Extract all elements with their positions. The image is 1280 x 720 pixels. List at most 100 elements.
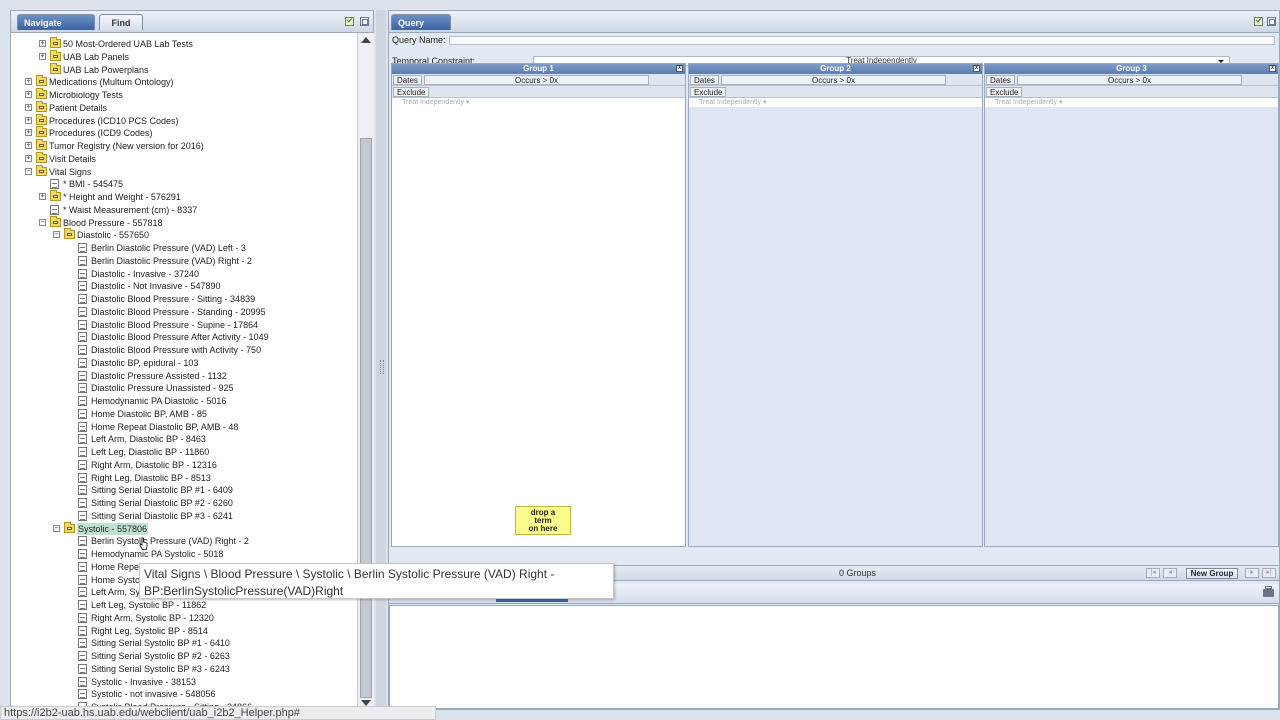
document-icon xyxy=(78,485,87,496)
tree-item-label: Vital Signs xyxy=(49,166,92,177)
expand-icon[interactable]: + xyxy=(25,129,32,137)
scroll-up-arrow-icon[interactable] xyxy=(361,37,371,43)
treat-independently-select[interactable]: Treat Independently ▾ xyxy=(392,98,685,107)
occurs-button[interactable]: Occurs > 0x xyxy=(721,75,946,85)
next-page-icon[interactable]: ▸ xyxy=(1245,568,1259,578)
previous-page-icon[interactable]: ◂ xyxy=(1163,568,1177,578)
collapse-icon[interactable]: − xyxy=(39,218,46,226)
left-tabbar: Navigate Terms Find xyxy=(11,11,373,44)
collapse-icon[interactable]: − xyxy=(53,231,60,239)
occurs-button[interactable]: Occurs > 0x xyxy=(424,75,649,85)
occurs-button[interactable]: Occurs > 0x xyxy=(1017,75,1242,85)
browser-status-bar: https://i2b2-uab.hs.uab.edu/webclient/ua… xyxy=(0,706,436,720)
document-icon xyxy=(78,651,87,661)
group-dates-row: Dates Occurs > 0x xyxy=(689,74,982,86)
query-group-3[interactable]: Group 3 x Dates Occurs > 0x Exclude Trea… xyxy=(984,63,1279,547)
expand-icon[interactable]: + xyxy=(39,193,46,200)
group-drop-area[interactable] xyxy=(392,107,685,546)
printer-icon[interactable] xyxy=(1263,586,1274,597)
tree-scrollbar[interactable] xyxy=(357,33,374,710)
tab-navigate-terms[interactable]: Navigate Terms xyxy=(17,14,95,44)
tab-query-tool[interactable]: Query Tool xyxy=(391,14,451,44)
treat-independently-select[interactable]: Treat Independently ▾ xyxy=(985,98,1278,107)
checkmark-icon[interactable] xyxy=(1254,17,1263,26)
folder-icon xyxy=(36,113,47,125)
close-icon[interactable]: x xyxy=(973,65,980,72)
tab-find[interactable]: Find xyxy=(99,14,143,30)
tree-item-label: Sitting Serial Systolic BP #2 - 6263 xyxy=(91,651,230,661)
expand-icon[interactable]: + xyxy=(39,40,46,47)
last-page-icon[interactable]: ▸| xyxy=(1262,568,1276,578)
tree-item-label: Sitting Serial Systolic BP #1 - 6410 xyxy=(91,638,230,649)
tree-item-label: Berlin Diastolic Pressure (VAD) Right - … xyxy=(91,255,252,266)
group-title: Group 3 xyxy=(1116,64,1147,73)
expand-icon[interactable]: + xyxy=(25,78,32,86)
tree-item-label: Procedures (ICD10 PCS Codes) xyxy=(49,115,179,126)
expand-icon[interactable]: + xyxy=(25,103,32,111)
tree-item-label: Sitting Serial Systolic BP #3 - 6243 xyxy=(91,663,230,674)
exclude-button[interactable]: Exclude xyxy=(986,87,1023,97)
tree-item-label: Diastolic - 557650 xyxy=(77,230,150,241)
tree-item-label: Medications (Multum Ontology) xyxy=(49,77,174,88)
tree-item-label: Diastolic BP, epidural - 103 xyxy=(91,357,199,368)
tree-item-label: Left Leg, Systolic BP - 11862 xyxy=(91,600,207,610)
group-header: Group 2 x xyxy=(689,64,982,74)
group-dates-row: Dates Occurs > 0x xyxy=(985,74,1278,86)
dates-button[interactable]: Dates xyxy=(690,75,719,85)
folder-icon xyxy=(64,521,75,533)
document-icon xyxy=(78,587,87,598)
tree-item-label: 50 Most-Ordered UAB Lab Tests xyxy=(63,39,193,49)
folder-icon xyxy=(36,88,47,99)
new-group-button[interactable]: New Group xyxy=(1186,568,1238,579)
treat-independently-label: Treat Independently xyxy=(402,99,465,106)
status-url: https://i2b2-uab.hs.uab.edu/webclient/ua… xyxy=(4,707,301,719)
tree-item-label: Diastolic Blood Pressure After Activity … xyxy=(91,332,269,343)
panel-splitter[interactable] xyxy=(376,10,386,710)
exclude-button[interactable]: Exclude xyxy=(690,87,727,97)
expand-icon[interactable]: + xyxy=(25,154,32,162)
collapse-icon[interactable]: − xyxy=(53,524,60,532)
scrollbar-thumb[interactable] xyxy=(360,138,372,698)
tree-item-label: UAB Lab Panels xyxy=(63,51,130,62)
tooltip-key: BP:BerlinSystolicPressure(VAD)Right xyxy=(144,584,344,598)
tree-item-label: Systolic - 557806 xyxy=(77,522,149,535)
document-icon xyxy=(78,498,87,508)
group-header: Group 1 x xyxy=(392,64,685,74)
document-icon xyxy=(78,459,87,470)
dates-button[interactable]: Dates xyxy=(986,75,1015,85)
close-icon[interactable]: x xyxy=(676,65,683,72)
tree-item-label: Home Diastolic BP, AMB - 85 xyxy=(91,408,207,419)
expand-icon[interactable]: + xyxy=(25,142,32,149)
collapse-icon[interactable]: − xyxy=(25,167,32,175)
document-icon xyxy=(78,612,87,623)
group-exclude-row: Exclude xyxy=(392,86,685,98)
query-status-body xyxy=(389,605,1279,709)
group-drop-area[interactable] xyxy=(689,107,982,546)
document-icon xyxy=(78,536,87,547)
tree-item-label: Home Repeat Diastolic BP, AMB - 48 xyxy=(91,421,239,432)
group-drop-area[interactable] xyxy=(985,107,1278,546)
treat-independently-select[interactable]: Treat Independently ▾ xyxy=(689,98,982,107)
exclude-button[interactable]: Exclude xyxy=(393,87,430,97)
expand-icon[interactable]: + xyxy=(25,116,32,124)
query-name-input[interactable] xyxy=(449,36,1275,45)
document-icon xyxy=(50,179,59,190)
query-name-label: Query Name: xyxy=(392,35,446,45)
tree-item-label: * Height and Weight - 576291 xyxy=(63,192,181,202)
query-group-1[interactable]: Group 1 x Dates Occurs > 0x Exclude Trea… xyxy=(391,63,686,547)
document-icon xyxy=(78,421,87,432)
group-header: Group 3 x xyxy=(985,64,1278,74)
close-icon[interactable]: x xyxy=(1269,65,1276,72)
document-icon xyxy=(78,255,87,266)
first-page-icon[interactable]: |◂ xyxy=(1146,568,1160,578)
document-icon xyxy=(78,434,87,445)
dates-button[interactable]: Dates xyxy=(393,75,422,85)
maximize-window-icon[interactable] xyxy=(1267,17,1276,26)
maximize-window-icon[interactable] xyxy=(360,17,369,26)
checkmark-icon[interactable] xyxy=(345,17,354,26)
document-icon xyxy=(78,561,87,572)
expand-icon[interactable]: + xyxy=(25,91,32,98)
query-group-2[interactable]: Group 2 x Dates Occurs > 0x Exclude Trea… xyxy=(688,63,983,547)
document-icon xyxy=(78,574,87,585)
expand-icon[interactable]: + xyxy=(39,52,46,60)
